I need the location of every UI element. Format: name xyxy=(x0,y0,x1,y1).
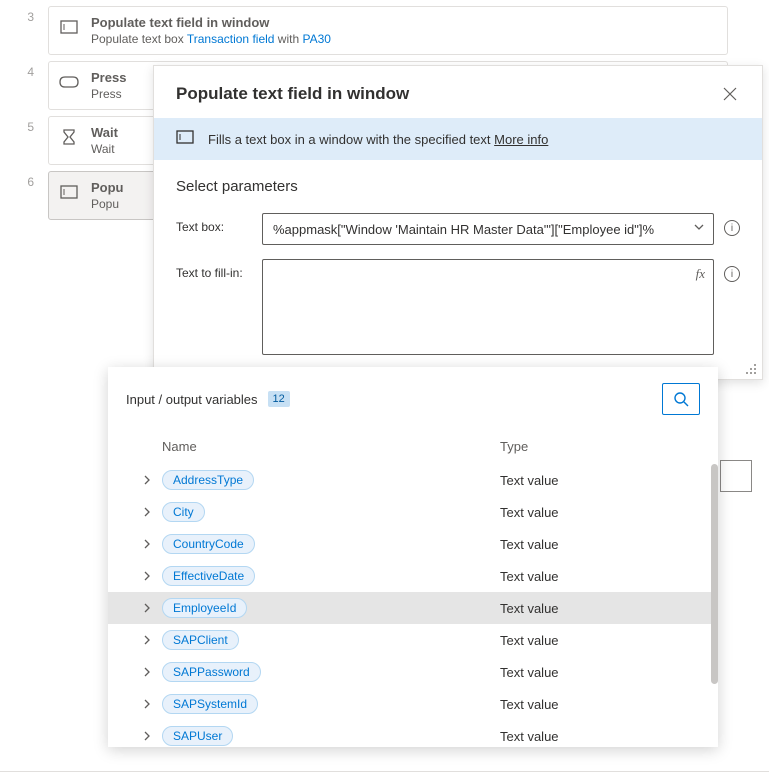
param-row-textbox: Text box: %appmask["Window 'Maintain HR … xyxy=(176,213,740,245)
chevron-right-icon[interactable] xyxy=(142,569,162,584)
variable-pill[interactable]: City xyxy=(162,502,205,522)
step-number: 3 xyxy=(10,6,34,24)
variable-type: Text value xyxy=(500,473,700,488)
variables-picker: Input / output variables 12 Name Type Ad… xyxy=(108,367,718,747)
step-subtitle: Press xyxy=(91,87,126,101)
step-subtitle: Wait xyxy=(91,142,118,156)
step-title: Press xyxy=(91,70,126,85)
variable-row[interactable]: SAPPassword Text value xyxy=(108,656,718,688)
info-banner: Fills a text box in a window with the sp… xyxy=(154,118,762,160)
banner-text: Fills a text box in a window with the sp… xyxy=(208,132,548,147)
dialog-body: Select parameters Text box: %appmask["Wi… xyxy=(154,160,762,379)
step-title: Popu xyxy=(91,180,124,195)
section-heading: Select parameters xyxy=(176,178,740,195)
close-button[interactable] xyxy=(720,84,740,104)
action-config-dialog: Populate text field in window Fills a te… xyxy=(153,65,763,380)
variable-type: Text value xyxy=(500,569,700,584)
variable-pill[interactable]: CountryCode xyxy=(162,534,255,554)
variable-type: Text value xyxy=(500,633,700,648)
column-headers: Name Type xyxy=(108,431,718,464)
variables-header: Input / output variables 12 xyxy=(108,367,718,431)
chevron-right-icon[interactable] xyxy=(142,665,162,680)
chevron-right-icon[interactable] xyxy=(142,601,162,616)
fx-button[interactable]: fx xyxy=(696,266,705,282)
step-number: 6 xyxy=(10,171,34,189)
search-button[interactable] xyxy=(662,383,700,415)
info-icon[interactable]: i xyxy=(724,266,740,282)
variables-count-badge: 12 xyxy=(268,391,290,407)
variable-row[interactable]: EmployeeId Text value xyxy=(108,592,718,624)
dialog-title: Populate text field in window xyxy=(176,84,409,104)
variable-row[interactable]: SAPSystemId Text value xyxy=(108,688,718,720)
variable-row[interactable]: AddressType Text value xyxy=(108,464,718,496)
variable-row[interactable]: SAPUser Text value xyxy=(108,720,718,747)
step-title: Populate text field in window xyxy=(91,15,331,30)
variable-row[interactable]: City Text value xyxy=(108,496,718,528)
text-to-fill-input[interactable]: fx xyxy=(262,259,714,355)
dialog-header: Populate text field in window xyxy=(154,66,762,118)
variable-pill[interactable]: SAPUser xyxy=(162,726,233,746)
chevron-right-icon[interactable] xyxy=(142,473,162,488)
scrollbar-thumb[interactable] xyxy=(711,464,718,684)
chevron-down-icon[interactable] xyxy=(693,221,705,236)
resize-grip[interactable] xyxy=(744,362,756,374)
variable-pill[interactable]: EffectiveDate xyxy=(162,566,255,586)
step-title: Wait xyxy=(91,125,118,140)
more-info-link[interactable]: More info xyxy=(494,132,548,147)
param-row-text: Text to fill-in: fx i xyxy=(176,259,740,355)
param-label: Text box: xyxy=(176,213,250,234)
info-icon[interactable]: i xyxy=(724,220,740,236)
textbox-icon xyxy=(59,17,79,37)
step-card[interactable]: Populate text field in window Populate t… xyxy=(48,6,728,55)
step-number: 5 xyxy=(10,116,34,134)
column-name-header: Name xyxy=(162,439,500,454)
step-number: 4 xyxy=(10,61,34,79)
variable-pill[interactable]: SAPSystemId xyxy=(162,694,258,714)
variable-pill[interactable]: SAPPassword xyxy=(162,662,261,682)
dialog-button-partial[interactable] xyxy=(720,460,752,492)
hourglass-icon xyxy=(59,127,79,147)
variable-type: Text value xyxy=(500,665,700,680)
step-row[interactable]: 3 Populate text field in window Populate… xyxy=(10,6,769,55)
variable-type: Text value xyxy=(500,505,700,520)
chevron-right-icon[interactable] xyxy=(142,537,162,552)
step-subtitle: Populate text box Transaction field with… xyxy=(91,32,331,46)
variable-type: Text value xyxy=(500,601,700,616)
step-subtitle: Popu xyxy=(91,197,124,211)
variables-list[interactable]: AddressTypeText valueCityText valueCount… xyxy=(108,464,718,747)
variables-title: Input / output variables xyxy=(126,392,258,407)
textbox-selector-input[interactable]: %appmask["Window 'Maintain HR Master Dat… xyxy=(262,213,714,245)
variable-pill[interactable]: EmployeeId xyxy=(162,598,247,618)
variable-pill[interactable]: SAPClient xyxy=(162,630,239,650)
chevron-right-icon[interactable] xyxy=(142,505,162,520)
chevron-right-icon[interactable] xyxy=(142,697,162,712)
variable-row[interactable]: SAPClient Text value xyxy=(108,624,718,656)
chevron-right-icon[interactable] xyxy=(142,633,162,648)
chevron-right-icon[interactable] xyxy=(142,729,162,744)
textbox-icon xyxy=(59,182,79,202)
column-type-header: Type xyxy=(500,439,700,454)
variable-pill[interactable]: AddressType xyxy=(162,470,254,490)
param-label: Text to fill-in: xyxy=(176,259,250,280)
keyboard-icon xyxy=(59,72,79,92)
variable-row[interactable]: EffectiveDate Text value xyxy=(108,560,718,592)
textbox-icon xyxy=(176,130,194,148)
variable-type: Text value xyxy=(500,537,700,552)
variable-type: Text value xyxy=(500,729,700,744)
variable-type: Text value xyxy=(500,697,700,712)
variable-row[interactable]: CountryCode Text value xyxy=(108,528,718,560)
